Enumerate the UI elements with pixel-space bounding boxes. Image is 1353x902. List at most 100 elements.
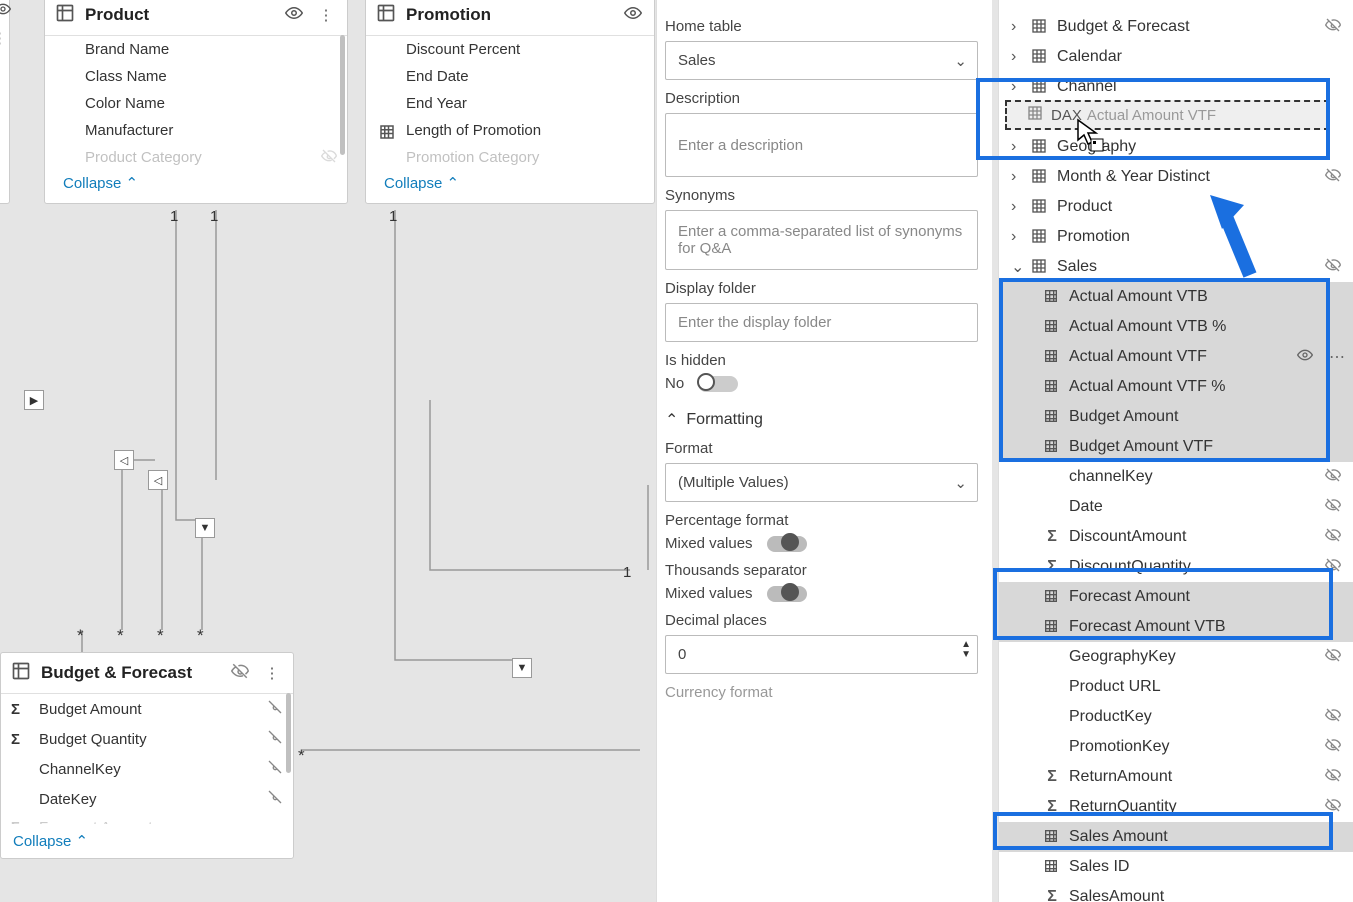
scrollbar[interactable] — [286, 693, 291, 773]
scrollbar[interactable] — [340, 35, 345, 155]
tree-table-product[interactable]: ›Product — [999, 192, 1353, 222]
tree-label: Actual Amount VTF % — [1069, 378, 1345, 396]
tree-field-budget-amount[interactable]: Budget Amount — [999, 402, 1353, 432]
tree-field-forecast-amount-vtb[interactable]: Forecast Amount VTB — [999, 612, 1353, 642]
table-icon — [1031, 138, 1049, 156]
tree-field-salesamount[interactable]: ΣSalesAmount — [999, 882, 1353, 902]
eye-icon[interactable] — [622, 4, 644, 26]
field-length-of-promotion[interactable]: Length of Promotion — [366, 117, 654, 144]
field-forecast-amount[interactable]: ΣForecast Amount — [1, 814, 293, 824]
tree-table-channel[interactable]: ›Channel — [999, 72, 1353, 102]
tree-label: Actual Amount VTB — [1069, 288, 1345, 306]
tree-field-forecast-amount[interactable]: Forecast Amount — [999, 582, 1353, 612]
tree-field-discountquantity[interactable]: ΣDiscountQuantity — [999, 552, 1353, 582]
field-class-name[interactable]: Class Name — [45, 63, 347, 90]
formatting-section-header[interactable]: ⌃Formatting — [665, 410, 978, 430]
measure-icon — [1043, 378, 1061, 396]
percentage-toggle[interactable] — [767, 536, 807, 552]
hidden-icon[interactable] — [229, 662, 251, 684]
table-card-partial-left[interactable]: ⋮ — [0, 0, 10, 204]
field-discount-percent[interactable]: Discount Percent — [366, 36, 654, 63]
eye-icon[interactable] — [0, 1, 11, 21]
blank-icon — [1043, 738, 1061, 756]
measure-icon — [1043, 828, 1061, 846]
table-card-budget-forecast[interactable]: Budget & Forecast ⋮ ΣBudget Amount ΣBudg… — [0, 652, 294, 859]
field-budget-amount[interactable]: ΣBudget Amount — [1, 694, 293, 724]
is-hidden-toggle[interactable] — [698, 376, 738, 392]
more-icon[interactable]: ⋮ — [0, 29, 7, 47]
field-promotion-category[interactable]: Promotion Category — [366, 144, 654, 166]
field-color-name[interactable]: Color Name — [45, 90, 347, 117]
description-input[interactable]: Enter a description — [665, 113, 978, 177]
sigma-icon: Σ — [11, 731, 29, 748]
decimal-places-input[interactable]: 0▲▼ — [665, 635, 978, 674]
tree-table-month-year-distinct[interactable]: ›Month & Year Distinct — [999, 162, 1353, 192]
field-datekey[interactable]: DateKey — [1, 784, 293, 814]
tree-field-productkey[interactable]: ProductKey — [999, 702, 1353, 732]
more-icon[interactable]: ⋯ — [1329, 347, 1345, 367]
tree-field-sales-id[interactable]: Sales ID — [999, 852, 1353, 882]
blank-icon — [1043, 708, 1061, 726]
tree-table-budget-forecast[interactable]: ›Budget & Forecast — [999, 12, 1353, 42]
tree-field-actual-amount-vtb[interactable]: Actual Amount VTB — [999, 282, 1353, 312]
field-budget-quantity[interactable]: ΣBudget Quantity — [1, 724, 293, 754]
tree-field-budget-amount-vtf[interactable]: Budget Amount VTF — [999, 432, 1353, 462]
tree-label: Forecast Amount VTB — [1069, 618, 1345, 636]
filter-dir-2[interactable]: ◁ — [148, 470, 168, 490]
display-folder-input[interactable]: Enter the display folder — [665, 303, 978, 342]
tree-label: Actual Amount VTF — [1069, 348, 1289, 366]
tree-field-channelkey[interactable]: channelKey — [999, 462, 1353, 492]
tree-field-discountamount[interactable]: ΣDiscountAmount — [999, 522, 1353, 552]
hidden-icon — [1325, 527, 1345, 548]
collapse-link[interactable]: Collapse ⌃ — [1, 824, 293, 858]
format-select[interactable]: (Multiple Values)⌄ — [665, 463, 978, 502]
synonyms-input[interactable]: Enter a comma-separated list of synonyms… — [665, 210, 978, 270]
tree-label: Budget Amount — [1069, 408, 1345, 426]
tree-table-promotion[interactable]: ›Promotion — [999, 222, 1353, 252]
field-label: Discount Percent — [406, 41, 520, 58]
field-label: End Year — [406, 95, 467, 112]
field-end-year[interactable]: End Year — [366, 90, 654, 117]
field-manufacturer[interactable]: Manufacturer — [45, 117, 347, 144]
field-label: ChannelKey — [39, 761, 257, 778]
tree-field-actual-amount-vtf-[interactable]: Actual Amount VTF % — [999, 372, 1353, 402]
more-icon[interactable]: ⋮ — [261, 664, 283, 682]
expand-handle-1[interactable]: ▶ — [24, 390, 44, 410]
tree-field-geographykey[interactable]: GeographyKey — [999, 642, 1353, 672]
more-icon[interactable]: ⋮ — [315, 6, 337, 24]
measure-icon — [1043, 588, 1061, 606]
home-table-select[interactable]: Sales⌄ — [665, 41, 978, 80]
collapse-label: Collapse — [384, 175, 442, 192]
eye-icon[interactable] — [1297, 347, 1317, 368]
tree-field-date[interactable]: Date — [999, 492, 1353, 522]
collapse-link[interactable]: Collapse ⌃ — [45, 166, 347, 200]
tree-field-actual-amount-vtb-[interactable]: Actual Amount VTB % — [999, 312, 1353, 342]
field-end-date[interactable]: End Date — [366, 63, 654, 90]
thousands-toggle[interactable] — [767, 586, 807, 602]
tree-field-product-url[interactable]: Product URL — [999, 672, 1353, 702]
tree-field-returnquantity[interactable]: ΣReturnQuantity — [999, 792, 1353, 822]
table-card-product[interactable]: Product ⋮ Brand Name Class Name Color Na… — [44, 0, 348, 204]
table-card-promotion[interactable]: Promotion Discount Percent End Date End … — [365, 0, 655, 204]
hidden-icon — [267, 729, 283, 749]
tree-field-actual-amount-vtf[interactable]: Actual Amount VTF ⋯ — [999, 342, 1353, 372]
tree-field-returnamount[interactable]: ΣReturnAmount — [999, 762, 1353, 792]
field-channelkey[interactable]: ChannelKey — [1, 754, 293, 784]
filter-dir-1[interactable]: ◁ — [114, 450, 134, 470]
field-label: Product Category — [85, 149, 202, 166]
table-icon — [1027, 105, 1043, 125]
spinner[interactable]: ▲▼ — [961, 640, 971, 660]
tree-table-sales[interactable]: ⌄Sales — [999, 252, 1353, 282]
field-product-category[interactable]: Product Category — [45, 144, 347, 166]
tree-field-sales-amount[interactable]: Sales Amount — [999, 822, 1353, 852]
collapse-link[interactable]: Collapse ⌃ — [366, 166, 654, 200]
eye-icon[interactable] — [283, 4, 305, 26]
tree-table-calendar[interactable]: ›Calendar — [999, 42, 1353, 72]
rel-many-1: * — [77, 626, 84, 646]
field-brand-name[interactable]: Brand Name — [45, 36, 347, 63]
tree-field-promotionkey[interactable]: PromotionKey — [999, 732, 1353, 762]
filter-dir-4[interactable]: ▼ — [512, 658, 532, 678]
tree-table-geography[interactable]: ›Geography — [999, 132, 1353, 162]
filter-dir-3[interactable]: ▼ — [195, 518, 215, 538]
sigma-icon: Σ — [1043, 768, 1061, 786]
